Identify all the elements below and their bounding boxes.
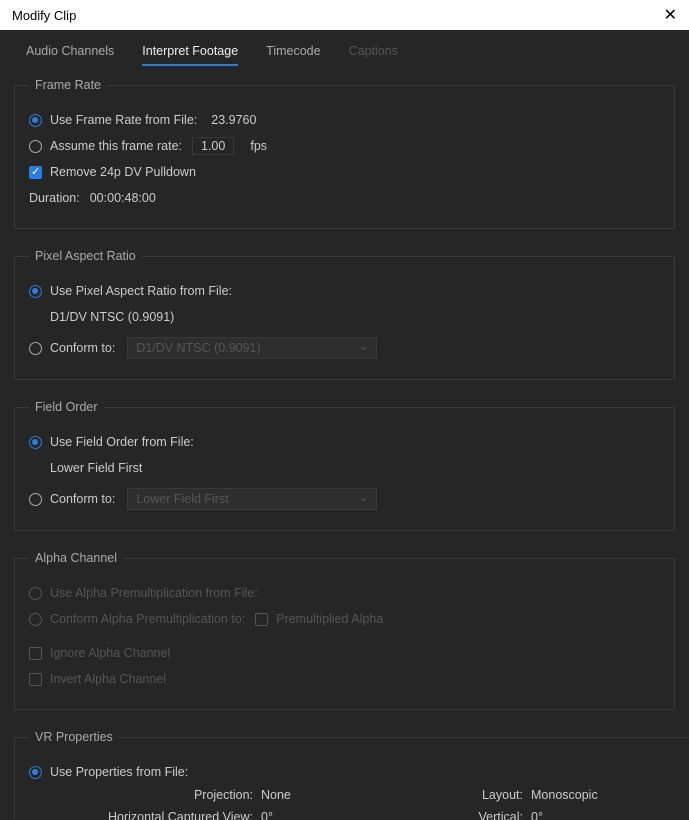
vr-hview-value: 0° [261,810,441,820]
radio-par-conform[interactable] [29,342,42,355]
invert-alpha-label: Invert Alpha Channel [50,672,166,686]
radio-field-from-file[interactable] [29,436,42,449]
vr-group: VR Properties Use Properties from File: … [14,730,689,820]
field-order-legend: Field Order [29,400,104,414]
titlebar: Modify Clip ✕ [0,0,689,30]
vr-projection-value: None [261,788,441,802]
assume-frame-rate-input[interactable]: 1.00 [192,137,234,155]
alpha-from-file-label: Use Alpha Premultiplication from File: [50,586,258,600]
tab-captions: Captions [349,44,398,66]
window-title: Modify Clip [12,8,76,23]
vr-vview-label: Vertical: [441,810,531,820]
par-conform-select[interactable]: D1/DV NTSC (0.9091) [127,337,377,359]
fps-suffix: fps [250,139,267,153]
checkbox-invert-alpha [29,673,42,686]
checkbox-remove-pulldown[interactable] [29,166,42,179]
radio-par-from-file[interactable] [29,285,42,298]
vr-legend: VR Properties [29,730,119,744]
alpha-legend: Alpha Channel [29,551,123,565]
radio-vr-from-file[interactable] [29,766,42,779]
field-conform-select[interactable]: Lower Field First [127,488,377,510]
premultiplied-label: Premultiplied Alpha [276,612,383,626]
remove-pulldown-label: Remove 24p DV Pulldown [50,165,196,179]
radio-assume-frame-rate[interactable] [29,140,42,153]
vr-layout-value: Monoscopic [531,788,689,802]
duration-value: 00:00:48:00 [90,191,156,205]
alpha-group: Alpha Channel Use Alpha Premultiplicatio… [14,551,675,710]
tab-audio-channels[interactable]: Audio Channels [26,44,114,66]
checkbox-premultiplied [255,613,268,626]
close-icon[interactable]: ✕ [664,5,677,25]
duration-label: Duration: [29,191,80,205]
vr-layout-label: Layout: [441,788,531,802]
radio-alpha-from-file [29,587,42,600]
vr-hview-label: Horizontal Captured View: [29,810,261,820]
par-conform-label: Conform to: [50,341,115,355]
par-file-value: D1/DV NTSC (0.9091) [50,310,174,324]
field-conform-label: Conform to: [50,492,115,506]
radio-alpha-conform [29,613,42,626]
frame-rate-file-value: 23.9760 [211,113,256,128]
frame-rate-group: Frame Rate Use Frame Rate from File: 23.… [14,78,675,229]
field-from-file-label: Use Field Order from File: [50,435,194,449]
field-file-value: Lower Field First [50,461,142,475]
assume-frame-rate-label: Assume this frame rate: [50,139,182,153]
vr-vview-value: 0° [531,810,689,820]
radio-field-conform[interactable] [29,493,42,506]
par-from-file-label: Use Pixel Aspect Ratio from File: [50,284,232,298]
vr-from-file-label: Use Properties from File: [50,765,188,779]
par-legend: Pixel Aspect Ratio [29,249,142,263]
checkbox-ignore-alpha [29,647,42,660]
alpha-conform-label: Conform Alpha Premultiplication to: [50,612,245,626]
frame-rate-legend: Frame Rate [29,78,107,92]
vr-projection-label: Projection: [29,788,261,802]
par-group: Pixel Aspect Ratio Use Pixel Aspect Rati… [14,249,675,380]
frame-rate-from-file-label: Use Frame Rate from File: [50,113,197,127]
field-order-group: Field Order Use Field Order from File: L… [14,400,675,531]
tab-interpret-footage[interactable]: Interpret Footage [142,44,238,66]
tab-timecode[interactable]: Timecode [266,44,320,66]
ignore-alpha-label: Ignore Alpha Channel [50,646,170,660]
radio-frame-rate-from-file[interactable] [29,114,42,127]
tabs: Audio Channels Interpret Footage Timecod… [14,44,675,66]
